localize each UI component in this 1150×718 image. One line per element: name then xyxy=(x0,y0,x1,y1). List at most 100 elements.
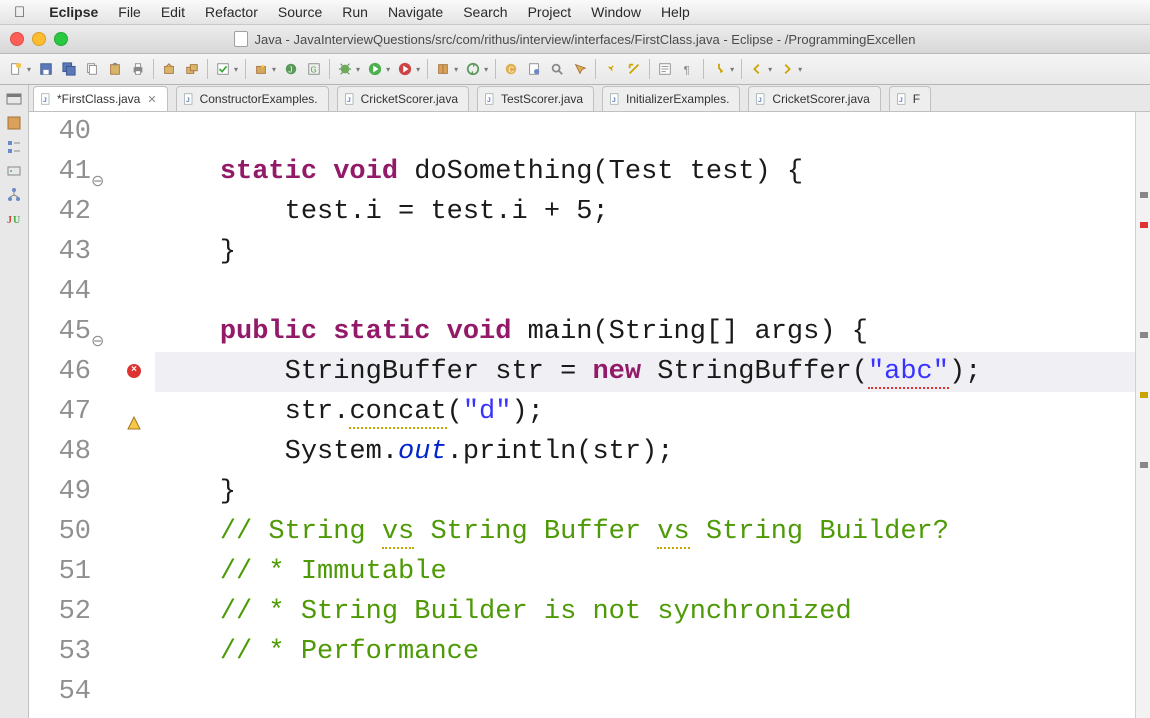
line-number: 41 xyxy=(29,152,91,192)
search-button[interactable] xyxy=(547,59,567,79)
close-tab-icon[interactable]: ✕ xyxy=(147,93,156,106)
code-line[interactable]: System.out.println(str); xyxy=(155,432,1135,472)
sync-dropdown-arrow[interactable]: ▾ xyxy=(484,65,488,74)
editor-tab[interactable]: J*FirstClass.java✕ xyxy=(33,86,168,111)
back-dropdown-arrow[interactable]: ▾ xyxy=(768,65,772,74)
editor-tab[interactable]: JCricketScorer.java xyxy=(337,86,469,111)
run-ext-button[interactable] xyxy=(395,59,415,79)
code-line[interactable] xyxy=(155,112,1135,152)
code-editor[interactable]: 404142434445464748495051525354 ⊖⊖× stati… xyxy=(29,112,1150,718)
tab-label: InitializerExamples. xyxy=(626,92,729,106)
line-number: 46 xyxy=(29,352,91,392)
overview-warning-mark[interactable] xyxy=(1140,392,1148,398)
code-line[interactable] xyxy=(155,672,1135,712)
menu-search[interactable]: Search xyxy=(453,4,517,20)
pilcrow-button[interactable]: ¶ xyxy=(678,59,698,79)
debug-button[interactable] xyxy=(335,59,355,79)
menu-refactor[interactable]: Refactor xyxy=(195,4,268,20)
wizard-dropdown-arrow[interactable]: ▾ xyxy=(272,65,276,74)
menu-run[interactable]: Run xyxy=(332,4,378,20)
menu-project[interactable]: Project xyxy=(518,4,582,20)
hierarchy-icon[interactable] xyxy=(6,187,22,203)
code-line[interactable]: StringBuffer str = new StringBuffer("abc… xyxy=(155,352,1135,392)
tab-label: ConstructorExamples. xyxy=(200,92,318,106)
open-task-button[interactable] xyxy=(524,59,544,79)
wizard-button[interactable] xyxy=(251,59,271,79)
paragraph-button[interactable] xyxy=(655,59,675,79)
menu-navigate[interactable]: Navigate xyxy=(378,4,453,20)
fold-toggle-icon[interactable]: ⊖ xyxy=(91,162,104,202)
package-dropdown-arrow[interactable]: ▾ xyxy=(454,65,458,74)
save-button[interactable] xyxy=(36,59,56,79)
overview-annotation[interactable] xyxy=(1140,192,1148,198)
servers-icon[interactable] xyxy=(6,163,22,179)
open-type-button[interactable]: C xyxy=(501,59,521,79)
package-button[interactable] xyxy=(433,59,453,79)
new-button[interactable] xyxy=(6,59,26,79)
source-text[interactable]: static void doSomething(Test test) { tes… xyxy=(155,112,1135,718)
back-button[interactable] xyxy=(747,59,767,79)
code-line[interactable]: // * String Builder is not synchronized xyxy=(155,592,1135,632)
step-dropdown-arrow[interactable]: ▾ xyxy=(730,65,734,74)
editor-tab[interactable]: JInitializerExamples. xyxy=(602,86,740,111)
menu-source[interactable]: Source xyxy=(268,4,332,20)
run-button[interactable] xyxy=(365,59,385,79)
package-explorer-icon[interactable] xyxy=(6,115,22,131)
pin-button[interactable] xyxy=(601,59,621,79)
debug-dropdown-arrow[interactable]: ▾ xyxy=(356,65,360,74)
menu-help[interactable]: Help xyxy=(651,4,700,20)
build-all-button[interactable] xyxy=(182,59,202,79)
editor-tab[interactable]: JCricketScorer.java xyxy=(748,86,880,111)
editor-tab[interactable]: JF xyxy=(889,86,931,111)
run-ext-dropdown-arrow[interactable]: ▾ xyxy=(416,65,420,74)
apple-icon[interactable]:  xyxy=(14,4,25,21)
toolbar-separator xyxy=(427,59,428,79)
fold-toggle-icon[interactable]: ⊖ xyxy=(91,322,104,362)
code-line[interactable]: test.i = test.i + 5; xyxy=(155,192,1135,232)
fwd-dropdown-arrow[interactable]: ▾ xyxy=(798,65,802,74)
menu-edit[interactable]: Edit xyxy=(151,4,195,20)
code-line[interactable]: } xyxy=(155,472,1135,512)
line-number: 51 xyxy=(29,552,91,592)
fwd-button[interactable] xyxy=(777,59,797,79)
menu-window[interactable]: Window xyxy=(581,4,651,20)
toolbar-separator xyxy=(495,59,496,79)
overview-annotation[interactable] xyxy=(1140,462,1148,468)
check-button[interactable] xyxy=(213,59,233,79)
editor-tab[interactable]: JTestScorer.java xyxy=(477,86,594,111)
code-line[interactable]: static void doSomething(Test test) { xyxy=(155,152,1135,192)
code-line[interactable]: // String vs String Buffer vs String Bui… xyxy=(155,512,1135,552)
svg-text:U: U xyxy=(13,215,20,226)
warning-marker-icon[interactable] xyxy=(127,404,141,418)
junit-button[interactable]: G xyxy=(304,59,324,79)
code-line[interactable] xyxy=(155,272,1135,312)
editor-tab[interactable]: JConstructorExamples. xyxy=(176,86,329,111)
tasks-icon[interactable] xyxy=(6,139,22,155)
build-button[interactable] xyxy=(159,59,179,79)
menu-file[interactable]: File xyxy=(108,4,151,20)
overview-error-mark[interactable] xyxy=(1140,222,1148,228)
print-button[interactable] xyxy=(128,59,148,79)
restore-view-icon[interactable] xyxy=(6,91,22,107)
junit-icon[interactable]: JU xyxy=(6,211,22,227)
error-marker-icon[interactable]: × xyxy=(127,364,141,378)
new-dropdown-arrow[interactable]: ▾ xyxy=(27,65,31,74)
overview-annotation[interactable] xyxy=(1140,332,1148,338)
check-dropdown-arrow[interactable]: ▾ xyxy=(234,65,238,74)
menu-app[interactable]: Eclipse xyxy=(39,4,108,20)
save-all-button[interactable] xyxy=(59,59,79,79)
copy-button[interactable] xyxy=(82,59,102,79)
code-line[interactable]: str.concat("d"); xyxy=(155,392,1135,432)
code-line[interactable]: } xyxy=(155,232,1135,272)
task-button[interactable] xyxy=(570,59,590,79)
code-line[interactable]: // * Performance xyxy=(155,632,1135,672)
type-button[interactable]: J xyxy=(281,59,301,79)
code-line[interactable]: // * Immutable xyxy=(155,552,1135,592)
step-button[interactable] xyxy=(709,59,729,79)
sync-button[interactable] xyxy=(463,59,483,79)
code-line[interactable]: public static void main(String[] args) { xyxy=(155,312,1135,352)
paste-button[interactable] xyxy=(105,59,125,79)
svg-text:G: G xyxy=(311,66,317,75)
select-button[interactable] xyxy=(624,59,644,79)
run-dropdown-arrow[interactable]: ▾ xyxy=(386,65,390,74)
